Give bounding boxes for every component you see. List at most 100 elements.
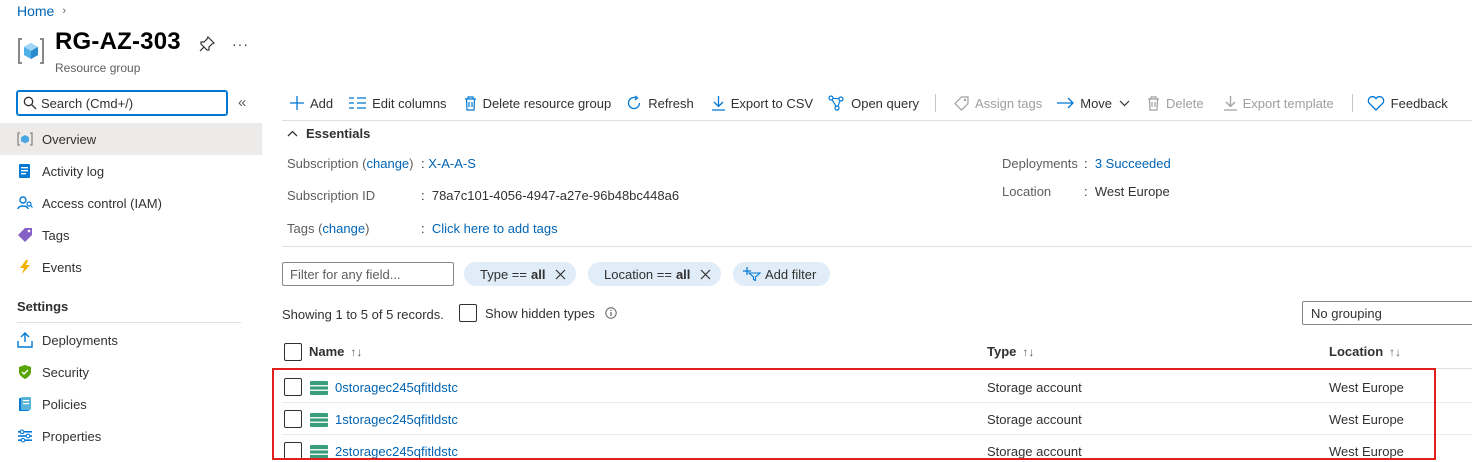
settings-divider — [17, 322, 241, 323]
name-column-header[interactable]: Name ↑↓ — [309, 344, 362, 359]
assign-tags-button[interactable]: Assign tags — [954, 88, 1042, 118]
add-label: Add — [310, 95, 334, 111]
deployments-link[interactable]: 3 Succeeded — [1095, 156, 1171, 171]
assign-tags-label: Assign tags — [975, 95, 1043, 111]
location-column-header[interactable]: Location ↑↓ — [1329, 344, 1401, 359]
sidebar-item-events[interactable]: Events — [0, 251, 262, 283]
sidebar-item-activity-log[interactable]: Activity log — [0, 155, 262, 187]
add-tags-link[interactable]: Click here to add tags — [432, 221, 558, 236]
delete-resource-group-button[interactable]: Delete resource group — [464, 88, 611, 118]
filter-input[interactable] — [282, 262, 454, 286]
sidebar-item-label: Tags — [42, 227, 70, 243]
sidebar-item-security[interactable]: Security — [0, 356, 262, 388]
overview-icon — [17, 131, 33, 147]
tags-label-text: Tags — [287, 221, 315, 236]
policies-icon — [17, 396, 33, 412]
open-query-label: Open query — [851, 95, 920, 111]
delete-label: Delete — [1166, 95, 1204, 111]
refresh-button[interactable]: Refresh — [626, 88, 694, 118]
tag-icon — [17, 227, 33, 243]
move-button[interactable]: Move — [1057, 88, 1130, 118]
download-icon — [1223, 95, 1237, 111]
subscription-id-label: Subscription ID — [287, 188, 376, 203]
toolbar-separator — [1351, 94, 1353, 112]
breadcrumb-home-link[interactable]: Home — [17, 3, 54, 19]
add-button[interactable]: Add — [290, 88, 333, 118]
sidebar-item-tags[interactable]: Tags — [0, 219, 262, 251]
export-template-label: Export template — [1242, 95, 1334, 111]
essentials-toggle[interactable]: Essentials — [287, 126, 370, 141]
edit-columns-label: Edit columns — [372, 95, 447, 111]
sidebar-item-iam[interactable]: Access control (IAM) — [0, 187, 262, 219]
sidebar-item-label: Access control (IAM) — [42, 195, 162, 211]
activity-log-icon — [17, 163, 33, 179]
heart-icon — [1367, 95, 1384, 111]
subscription-change-link[interactable]: change — [367, 156, 410, 171]
select-all-checkbox[interactable] — [284, 343, 302, 361]
move-label: Move — [1080, 95, 1113, 111]
subscription-link[interactable]: X-A-A-S — [428, 156, 476, 171]
subscription-value: : X-A-A-S — [421, 156, 476, 171]
lightning-icon — [17, 259, 33, 275]
location-filter-pill[interactable]: Location == all — [588, 262, 722, 286]
toolbar-separator — [935, 94, 937, 112]
add-filter-button[interactable]: Add filter — [733, 262, 831, 286]
query-icon — [828, 95, 844, 111]
sidebar-item-overview[interactable]: Overview — [0, 123, 262, 155]
more-options-icon[interactable]: ··· — [232, 36, 249, 52]
show-hidden-types-label: Show hidden types — [485, 305, 595, 321]
edit-columns-button[interactable]: Edit columns — [349, 88, 447, 118]
add-filter-label: Add filter — [765, 266, 817, 282]
export-csv-button[interactable]: Export to CSV — [711, 88, 813, 118]
iam-icon — [17, 195, 33, 211]
plus-icon — [290, 96, 304, 110]
info-icon[interactable] — [605, 307, 617, 319]
chevron-down-icon — [1119, 100, 1130, 106]
pin-icon[interactable] — [199, 36, 215, 52]
sidebar-item-properties[interactable]: Properties — [0, 420, 262, 452]
close-icon[interactable] — [555, 269, 566, 280]
tag-outline-icon — [954, 95, 969, 111]
sort-icon[interactable]: ↑↓ — [350, 345, 362, 359]
tags-change-link[interactable]: change — [322, 221, 365, 236]
collapse-sidebar-icon[interactable]: « — [238, 94, 246, 111]
open-query-button[interactable]: Open query — [828, 88, 919, 118]
close-icon[interactable] — [700, 269, 711, 280]
type-filter-value: all — [530, 266, 546, 282]
sidebar-item-label: Policies — [42, 396, 87, 412]
show-hidden-types-checkbox[interactable] — [459, 304, 477, 322]
subscription-id-value: : 78a7c101-4056-4947-a27e-96b48bc448a6 — [421, 188, 680, 203]
add-filter-icon — [743, 267, 761, 281]
location-column-label: Location — [1329, 344, 1384, 359]
download-icon — [711, 95, 725, 111]
grouping-dropdown[interactable]: No grouping — [1302, 301, 1472, 325]
location-filter-value: all — [675, 266, 691, 282]
sort-icon[interactable]: ↑↓ — [1389, 345, 1401, 359]
sidebar-item-label: Security — [42, 364, 89, 380]
feedback-label: Feedback — [1390, 95, 1448, 111]
location-text: West Europe — [1094, 184, 1170, 199]
subscription-label-text: Subscription — [287, 156, 359, 171]
sidebar-item-policies[interactable]: Policies — [0, 388, 262, 420]
records-count: Showing 1 to 5 of 5 records. — [282, 307, 444, 322]
sidebar-item-deployments[interactable]: Deployments — [0, 324, 262, 356]
type-filter-pill[interactable]: Type == all — [464, 262, 577, 286]
export-template-button[interactable]: Export template — [1223, 88, 1334, 118]
tags-value: : Click here to add tags — [421, 221, 558, 236]
sidebar-search[interactable] — [16, 90, 228, 116]
trash-icon — [1148, 95, 1160, 111]
search-input[interactable] — [41, 95, 211, 111]
show-hidden-types[interactable]: Show hidden types — [459, 304, 617, 322]
delete-button[interactable]: Delete — [1147, 88, 1204, 118]
type-column-header[interactable]: Type ↑↓ — [987, 344, 1034, 359]
feedback-button[interactable]: Feedback — [1367, 88, 1448, 118]
resource-group-icon — [18, 38, 44, 64]
tags-label: Tags (change) — [287, 221, 370, 236]
type-column-label: Type — [987, 344, 1017, 359]
trash-icon — [464, 95, 476, 111]
sort-icon[interactable]: ↑↓ — [1022, 345, 1034, 359]
refresh-label: Refresh — [648, 95, 694, 111]
sidebar-item-label: Overview — [42, 131, 97, 147]
page-title: RG-AZ-303 — [55, 28, 181, 55]
breadcrumb-separator: › — [62, 5, 67, 17]
